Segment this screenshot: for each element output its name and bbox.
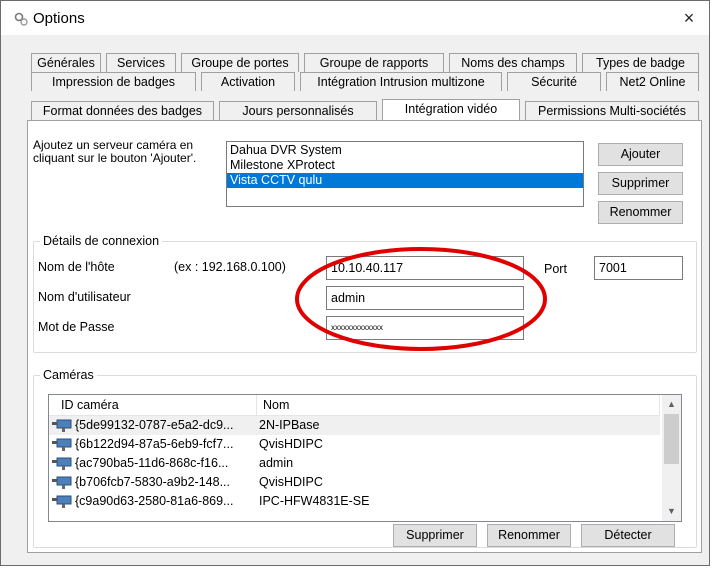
camera-icon xyxy=(52,419,72,432)
camera-list-header: ID caméra Nom xyxy=(49,395,660,416)
camera-server-list[interactable]: Dahua DVR System Milestone XProtect Vist… xyxy=(226,141,584,207)
connection-details-group: Détails de connexion Nom de l'hôte (ex :… xyxy=(33,234,697,353)
table-row[interactable]: {b706fcb7-5830-a9b2-148... QvisHDIPC xyxy=(49,473,660,492)
window-title: Options xyxy=(33,10,85,27)
rename-server-button[interactable]: Renommer xyxy=(598,201,683,224)
camera-list[interactable]: ID caméra Nom {5de99132-0787-e5a2-dc9...… xyxy=(48,394,682,522)
tab-securite[interactable]: Sécurité xyxy=(507,72,601,91)
table-row[interactable]: {5de99132-0787-e5a2-dc9... 2N-IPBase xyxy=(49,416,660,435)
camera-id-cell: {6b122d94-87a5-6eb9-fcf7... xyxy=(75,437,234,451)
tab-types-de-badge[interactable]: Types de badge xyxy=(582,53,699,72)
server-item[interactable]: Milestone XProtect xyxy=(227,158,583,173)
password-label: Mot de Passe xyxy=(38,320,115,334)
camera-icon xyxy=(52,438,72,451)
title-bar: Options × xyxy=(1,1,709,35)
port-input[interactable]: 7001 xyxy=(594,256,683,280)
scroll-thumb[interactable] xyxy=(664,414,679,464)
tab-noms-des-champs[interactable]: Noms des champs xyxy=(449,53,577,72)
camera-id-cell: {b706fcb7-5830-a9b2-148... xyxy=(75,475,230,489)
host-hint: (ex : 192.168.0.100) xyxy=(174,260,286,274)
tab-strip: Générales Services Groupe de portes Grou… xyxy=(31,53,703,123)
detect-cameras-button[interactable]: Détecter xyxy=(581,524,675,547)
tab-format-donnees[interactable]: Format données des badges xyxy=(31,101,214,120)
table-row[interactable]: {6b122d94-87a5-6eb9-fcf7... QvisHDIPC xyxy=(49,435,660,454)
host-input[interactable]: 10.10.40.117 xyxy=(326,256,524,280)
options-gear-icon xyxy=(14,12,28,26)
cameras-legend: Caméras xyxy=(40,368,97,382)
server-item[interactable]: Dahua DVR System xyxy=(227,143,583,158)
password-input[interactable]: xxxxxxxxxxxxx xyxy=(326,316,524,340)
tab-net2-online[interactable]: Net2 Online xyxy=(606,72,699,91)
camera-name-cell: QvisHDIPC xyxy=(259,437,323,451)
camera-icon xyxy=(52,476,72,489)
add-server-button[interactable]: Ajouter xyxy=(598,143,683,166)
delete-server-button[interactable]: Supprimer xyxy=(598,172,683,195)
host-label: Nom de l'hôte xyxy=(38,260,115,274)
tab-integration-video[interactable]: Intégration vidéo xyxy=(382,99,520,120)
column-name[interactable]: Nom xyxy=(257,395,660,415)
connection-details-legend: Détails de connexion xyxy=(40,234,163,248)
tab-services[interactable]: Services xyxy=(106,53,176,72)
table-row[interactable]: {ac790ba5-11d6-868c-f16... admin xyxy=(49,454,660,473)
close-button[interactable]: × xyxy=(669,1,709,35)
camera-name-cell: admin xyxy=(259,456,294,470)
camera-name-cell: QvisHDIPC xyxy=(259,475,323,489)
server-item-selected[interactable]: Vista CCTV qulu xyxy=(227,173,583,188)
scroll-down-icon[interactable]: ▼ xyxy=(662,503,681,520)
camera-list-scrollbar[interactable]: ▲ ▼ xyxy=(662,395,681,521)
camera-id-cell: {ac790ba5-11d6-868c-f16... xyxy=(75,456,229,470)
username-input[interactable]: admin xyxy=(326,286,524,310)
camera-icon xyxy=(52,457,72,470)
column-camera-id[interactable]: ID caméra xyxy=(49,395,257,415)
rename-camera-button[interactable]: Renommer xyxy=(487,524,571,547)
username-label: Nom d'utilisateur xyxy=(38,290,131,304)
tab-activation[interactable]: Activation xyxy=(201,72,295,91)
tab-groupe-de-portes[interactable]: Groupe de portes xyxy=(181,53,299,72)
camera-id-cell: {c9a90d63-2580-81a6-869... xyxy=(75,494,234,508)
tab-jours-personnalises[interactable]: Jours personnalisés xyxy=(219,101,377,120)
camera-name-cell: 2N-IPBase xyxy=(259,418,320,432)
options-dialog: Options × Générales Services Groupe de p… xyxy=(0,0,710,566)
tab-impression-de-badges[interactable]: Impression de badges xyxy=(31,72,196,91)
tab-permissions-multi-societes[interactable]: Permissions Multi-sociétés xyxy=(525,101,699,120)
tab-integration-intrusion[interactable]: Intégration Intrusion multizone xyxy=(300,72,502,91)
server-intro-text: Ajoutez un serveur caméra en cliquant su… xyxy=(33,138,197,165)
tab-generales[interactable]: Générales xyxy=(31,53,101,72)
port-label: Port xyxy=(544,262,567,276)
scroll-up-icon[interactable]: ▲ xyxy=(662,396,681,413)
camera-icon xyxy=(52,495,72,508)
tab-groupe-de-rapports[interactable]: Groupe de rapports xyxy=(304,53,444,72)
delete-camera-button[interactable]: Supprimer xyxy=(393,524,477,547)
camera-id-cell: {5de99132-0787-e5a2-dc9... xyxy=(75,418,234,432)
video-integration-panel: Ajoutez un serveur caméra en cliquant su… xyxy=(27,120,702,553)
table-row[interactable]: {c9a90d63-2580-81a6-869... IPC-HFW4831E-… xyxy=(49,492,660,511)
camera-name-cell: IPC-HFW4831E-SE xyxy=(259,494,370,508)
